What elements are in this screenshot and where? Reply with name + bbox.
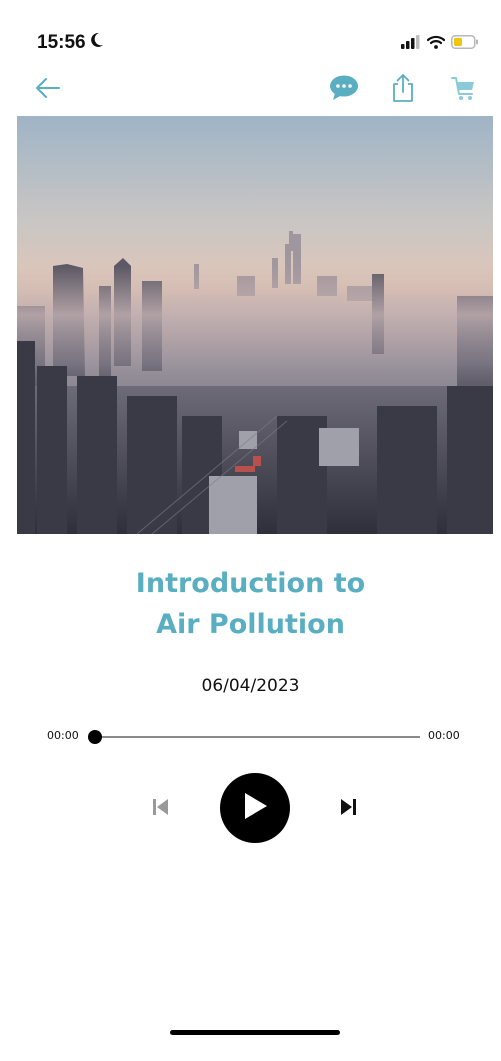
current-time: 00:00 bbox=[47, 729, 79, 742]
home-indicator bbox=[170, 1030, 340, 1035]
arrow-left-icon bbox=[33, 76, 61, 104]
skip-previous-icon bbox=[151, 798, 171, 820]
episode-date: 06/04/2023 bbox=[201, 676, 300, 696]
status-icons bbox=[401, 34, 479, 53]
episode-title-line-2: Air Pollution bbox=[156, 609, 345, 640]
cover-image bbox=[17, 116, 493, 534]
episode-title: Introduction to Air Pollution bbox=[0, 563, 501, 645]
share-icon bbox=[391, 73, 415, 107]
progress-track[interactable] bbox=[95, 736, 420, 738]
status-time: 15:56 bbox=[37, 32, 86, 53]
previous-button[interactable] bbox=[145, 793, 177, 825]
cellular-signal-icon bbox=[401, 34, 421, 53]
cart-button[interactable] bbox=[448, 72, 478, 108]
share-button[interactable] bbox=[389, 72, 417, 108]
total-time: 00:00 bbox=[428, 729, 460, 742]
skip-next-icon bbox=[338, 798, 358, 820]
battery-icon bbox=[451, 34, 479, 53]
episode-title-line-1: Introduction to bbox=[135, 568, 366, 599]
progress-thumb[interactable] bbox=[88, 730, 102, 744]
nav-bar bbox=[0, 72, 501, 112]
moon-icon bbox=[90, 32, 104, 54]
cart-icon bbox=[450, 74, 476, 106]
comments-button[interactable] bbox=[326, 72, 362, 108]
back-button[interactable] bbox=[30, 72, 64, 108]
chat-bubble-icon bbox=[328, 74, 360, 106]
status-bar: 15:56 bbox=[0, 0, 501, 70]
audio-player-screen: 15:56 Introduction to Air Pollution 06/0… bbox=[0, 0, 501, 1061]
play-button[interactable] bbox=[220, 773, 290, 843]
status-time-group: 15:56 bbox=[37, 32, 104, 54]
play-icon bbox=[241, 791, 269, 825]
next-button[interactable] bbox=[332, 793, 364, 825]
wifi-icon bbox=[426, 34, 446, 53]
